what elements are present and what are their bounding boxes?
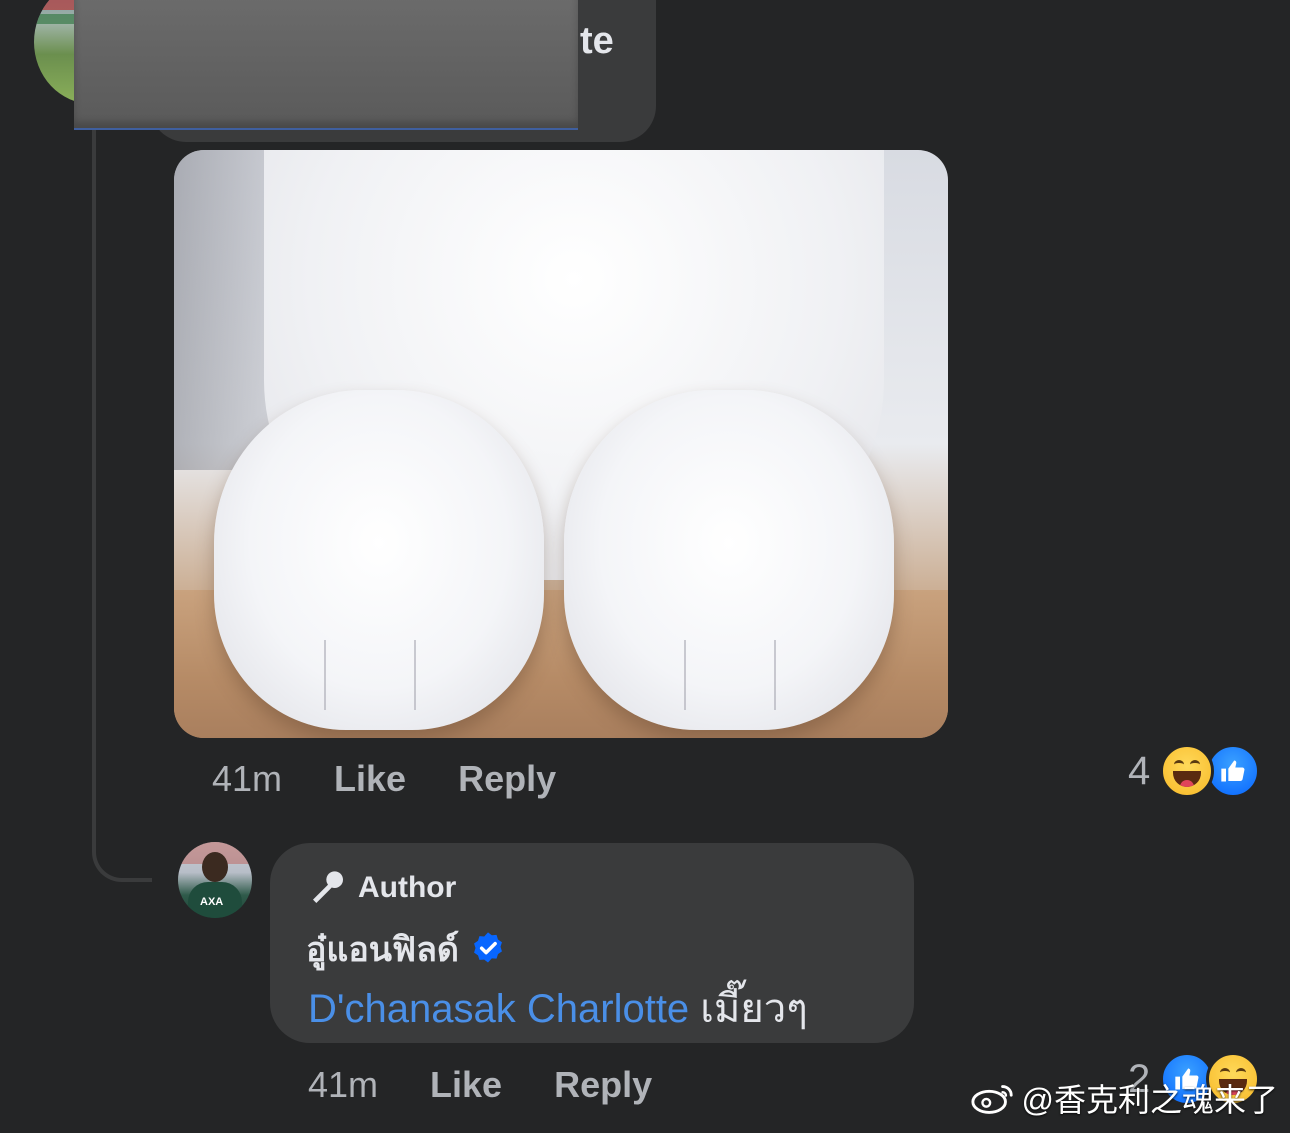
- author-badge-label: Author: [358, 871, 457, 904]
- author-badge: Author: [308, 868, 456, 908]
- watermark-text: @香克利之魂来了: [1021, 1082, 1279, 1118]
- comment-photo[interactable]: [174, 150, 948, 738]
- reply-comment-actions: 41m Like Reply: [308, 1064, 652, 1106]
- cat-paw-left: [214, 390, 544, 730]
- microphone-icon: [313, 871, 343, 903]
- reply-author-name[interactable]: อู๋แอนฟิลด์: [306, 922, 459, 976]
- reply-button[interactable]: Reply: [458, 758, 556, 800]
- reply-author[interactable]: อู๋แอนฟิลด์: [306, 922, 507, 976]
- mention-link[interactable]: D'chanasak Charlotte: [308, 987, 689, 1031]
- reply-message: เมี๊ยวๆ: [700, 987, 808, 1031]
- verified-badge-icon: [474, 932, 502, 963]
- redacted-name-overlay: [74, 0, 578, 128]
- haha-icon: [1160, 744, 1215, 798]
- reply-author-avatar[interactable]: AXA: [178, 842, 252, 918]
- comment-timestamp: 41m: [308, 1064, 379, 1105]
- like-button[interactable]: Like: [430, 1064, 502, 1106]
- top-comment-actions: 41m Like Reply: [212, 758, 556, 800]
- reaction-count: 4: [1128, 748, 1151, 793]
- top-comment-reactions[interactable]: 4: [1128, 744, 1261, 798]
- like-button[interactable]: Like: [334, 758, 406, 800]
- cat-paw-right: [564, 390, 894, 730]
- like-icon: [1206, 744, 1261, 798]
- top-comment-name-suffix: te: [580, 20, 614, 62]
- weibo-watermark: @香克利之魂来了: [970, 1075, 1279, 1121]
- reply-comment-text: D'chanasak Charlotte เมี๊ยวๆ: [308, 976, 808, 1040]
- thread-connector: [92, 820, 152, 882]
- thread-line: [92, 100, 96, 840]
- weibo-logo-icon: [970, 1085, 1013, 1114]
- reply-button[interactable]: Reply: [554, 1064, 652, 1106]
- comment-timestamp: 41m: [212, 758, 283, 799]
